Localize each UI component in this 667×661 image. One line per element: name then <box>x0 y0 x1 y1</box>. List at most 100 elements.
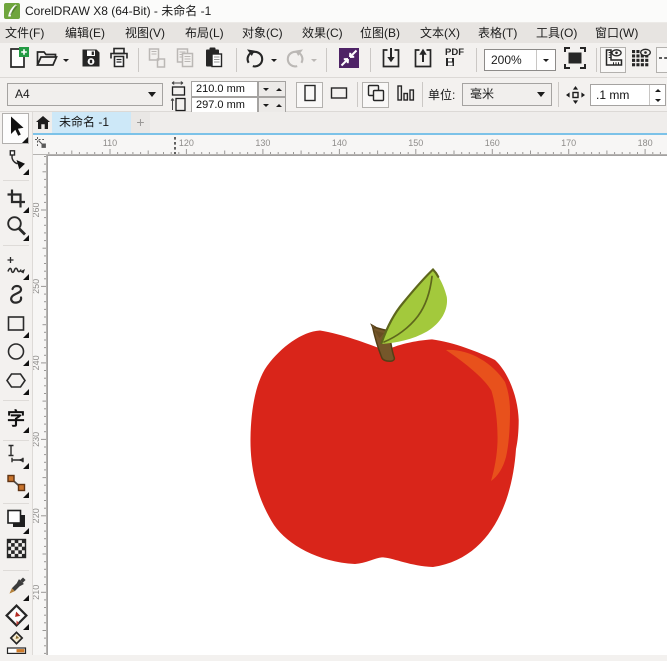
menu-item-5[interactable]: 对象(C) <box>242 23 283 44</box>
open-button[interactable] <box>34 47 60 73</box>
toolbar-separator <box>326 48 327 72</box>
page-width-spinner[interactable] <box>258 81 286 97</box>
chevron-down-icon <box>271 58 277 62</box>
smart-fill-tool[interactable] <box>4 630 29 658</box>
zoom-tool[interactable] <box>4 215 29 241</box>
show-rulers-button[interactable] <box>600 47 626 73</box>
show-grid-button[interactable] <box>628 47 654 73</box>
spin-up-icon <box>275 103 282 107</box>
printer-icon <box>107 46 131 75</box>
freehand-tool[interactable] <box>4 255 29 280</box>
flyout-arrow-icon <box>23 427 29 433</box>
page-height-field[interactable] <box>191 97 258 113</box>
transparency-tool-icon <box>4 536 29 566</box>
connector-tool[interactable] <box>4 473 29 498</box>
menu-item-11[interactable]: 窗口(W) <box>595 23 638 44</box>
polygon-tool[interactable] <box>4 370 29 395</box>
copy-button[interactable] <box>172 47 198 73</box>
page-size-value: A4 <box>15 87 30 101</box>
landscape-rect-icon <box>327 80 351 111</box>
h-ruler-label: 130 <box>255 138 270 148</box>
menu-item-2[interactable]: 编辑(E) <box>65 23 105 44</box>
page-size-combobox[interactable]: A4 <box>7 83 163 106</box>
publish-pdf-button[interactable]: PDF <box>442 47 468 73</box>
print-button[interactable] <box>106 47 132 73</box>
menu-item-8[interactable]: 文本(X) <box>420 23 460 44</box>
toolbar-separator <box>596 48 597 72</box>
page-width-field[interactable] <box>191 81 258 97</box>
new-doc-icon <box>6 46 30 75</box>
fullscreen-icon <box>562 45 588 76</box>
drop-shadow-tool[interactable] <box>4 509 29 534</box>
units-value: 毫米 <box>470 87 495 101</box>
drawing-canvas[interactable] <box>47 155 667 655</box>
nudge-offset-value: .1 mm <box>596 88 630 102</box>
pick-tool[interactable] <box>2 113 29 144</box>
interactive-fill-tool[interactable] <box>4 603 29 630</box>
save-button[interactable] <box>78 47 104 73</box>
new-tab-button[interactable]: + <box>131 112 150 133</box>
spin-down-button[interactable] <box>259 82 272 96</box>
spin-up-button[interactable] <box>650 85 665 95</box>
spin-down-button[interactable] <box>650 95 665 105</box>
spin-up-button[interactable] <box>272 82 285 96</box>
pdf-publish-icon: PDF <box>441 45 469 76</box>
landscape-button[interactable] <box>325 82 352 108</box>
zoom-level-dropdown-button[interactable] <box>536 50 555 70</box>
page-height-row <box>170 97 286 113</box>
flyout-arrow-icon <box>23 360 29 366</box>
rectangle-tool[interactable] <box>4 313 29 338</box>
shape-tool[interactable] <box>4 149 29 175</box>
crop-tool[interactable] <box>4 188 29 213</box>
units-combobox[interactable]: 毫米 <box>462 83 552 106</box>
redo-dropdown-button[interactable] <box>308 47 320 73</box>
horizontal-ruler[interactable]: 110 120 130 140 150 160 170 180 <box>33 135 667 155</box>
undo-dropdown-button[interactable] <box>268 47 280 73</box>
show-guidelines-button[interactable] <box>656 47 667 73</box>
welcome-screen-button[interactable] <box>336 47 362 73</box>
current-page-button[interactable] <box>391 82 418 108</box>
spin-up-button[interactable] <box>272 98 285 112</box>
ellipse-tool[interactable] <box>4 341 29 366</box>
redo-button[interactable] <box>282 47 308 73</box>
nudge-spinner[interactable] <box>649 85 665 105</box>
open-dropdown-button[interactable] <box>60 47 72 73</box>
copy-doc-icon <box>173 46 197 75</box>
apple-leaf <box>381 269 448 344</box>
transparency-tool[interactable] <box>4 538 29 563</box>
import-button[interactable] <box>378 47 404 73</box>
title-bar: CorelDRAW X8 (64-Bit) - 未命名 -1 <box>0 0 667 22</box>
menu-item-3[interactable]: 视图(V) <box>125 23 165 44</box>
cut-button[interactable] <box>144 47 170 73</box>
menu-item-6[interactable]: 效果(C) <box>302 23 343 44</box>
spin-down-button[interactable] <box>259 98 272 112</box>
welcome-tab-button[interactable] <box>33 112 52 133</box>
artistic-media-tool[interactable] <box>4 284 29 309</box>
new-document-button[interactable] <box>5 46 31 75</box>
menu-item-7[interactable]: 位图(B) <box>360 23 400 44</box>
flyout-arrow-icon <box>23 207 29 213</box>
document-tab[interactable]: 未命名 -1 <box>52 112 131 133</box>
text-tool[interactable]: 字 <box>4 408 29 433</box>
vertical-ruler[interactable]: 210 220 230 240 250 260 <box>33 155 47 655</box>
fullscreen-preview-button[interactable] <box>562 45 588 76</box>
parallel-dimension-tool[interactable] <box>4 444 29 469</box>
undo-button[interactable] <box>242 47 268 73</box>
paste-button[interactable] <box>201 47 227 73</box>
flyout-arrow-icon <box>23 274 29 280</box>
all-pages-button[interactable] <box>362 82 389 108</box>
color-eyedropper-tool[interactable] <box>4 576 29 601</box>
portrait-button[interactable] <box>296 82 323 108</box>
menu-item-10[interactable]: 工具(O) <box>536 23 577 44</box>
toolbar-separator <box>370 48 371 72</box>
nudge-offset-field[interactable]: .1 mm <box>590 84 666 106</box>
zoom-level-combobox[interactable]: 200% <box>484 49 556 71</box>
undo-arrow-icon <box>243 46 267 75</box>
menu-item-1[interactable]: 文件(F) <box>5 23 44 44</box>
h-ruler-label: 160 <box>485 138 500 148</box>
export-button[interactable] <box>410 47 436 73</box>
menu-item-9[interactable]: 表格(T) <box>478 23 517 44</box>
menu-item-4[interactable]: 布局(L) <box>185 23 224 44</box>
page-height-spinner[interactable] <box>258 97 286 113</box>
coreldraw-window: { "window": { "title": "CorelDRAW X8 (64… <box>0 0 667 655</box>
